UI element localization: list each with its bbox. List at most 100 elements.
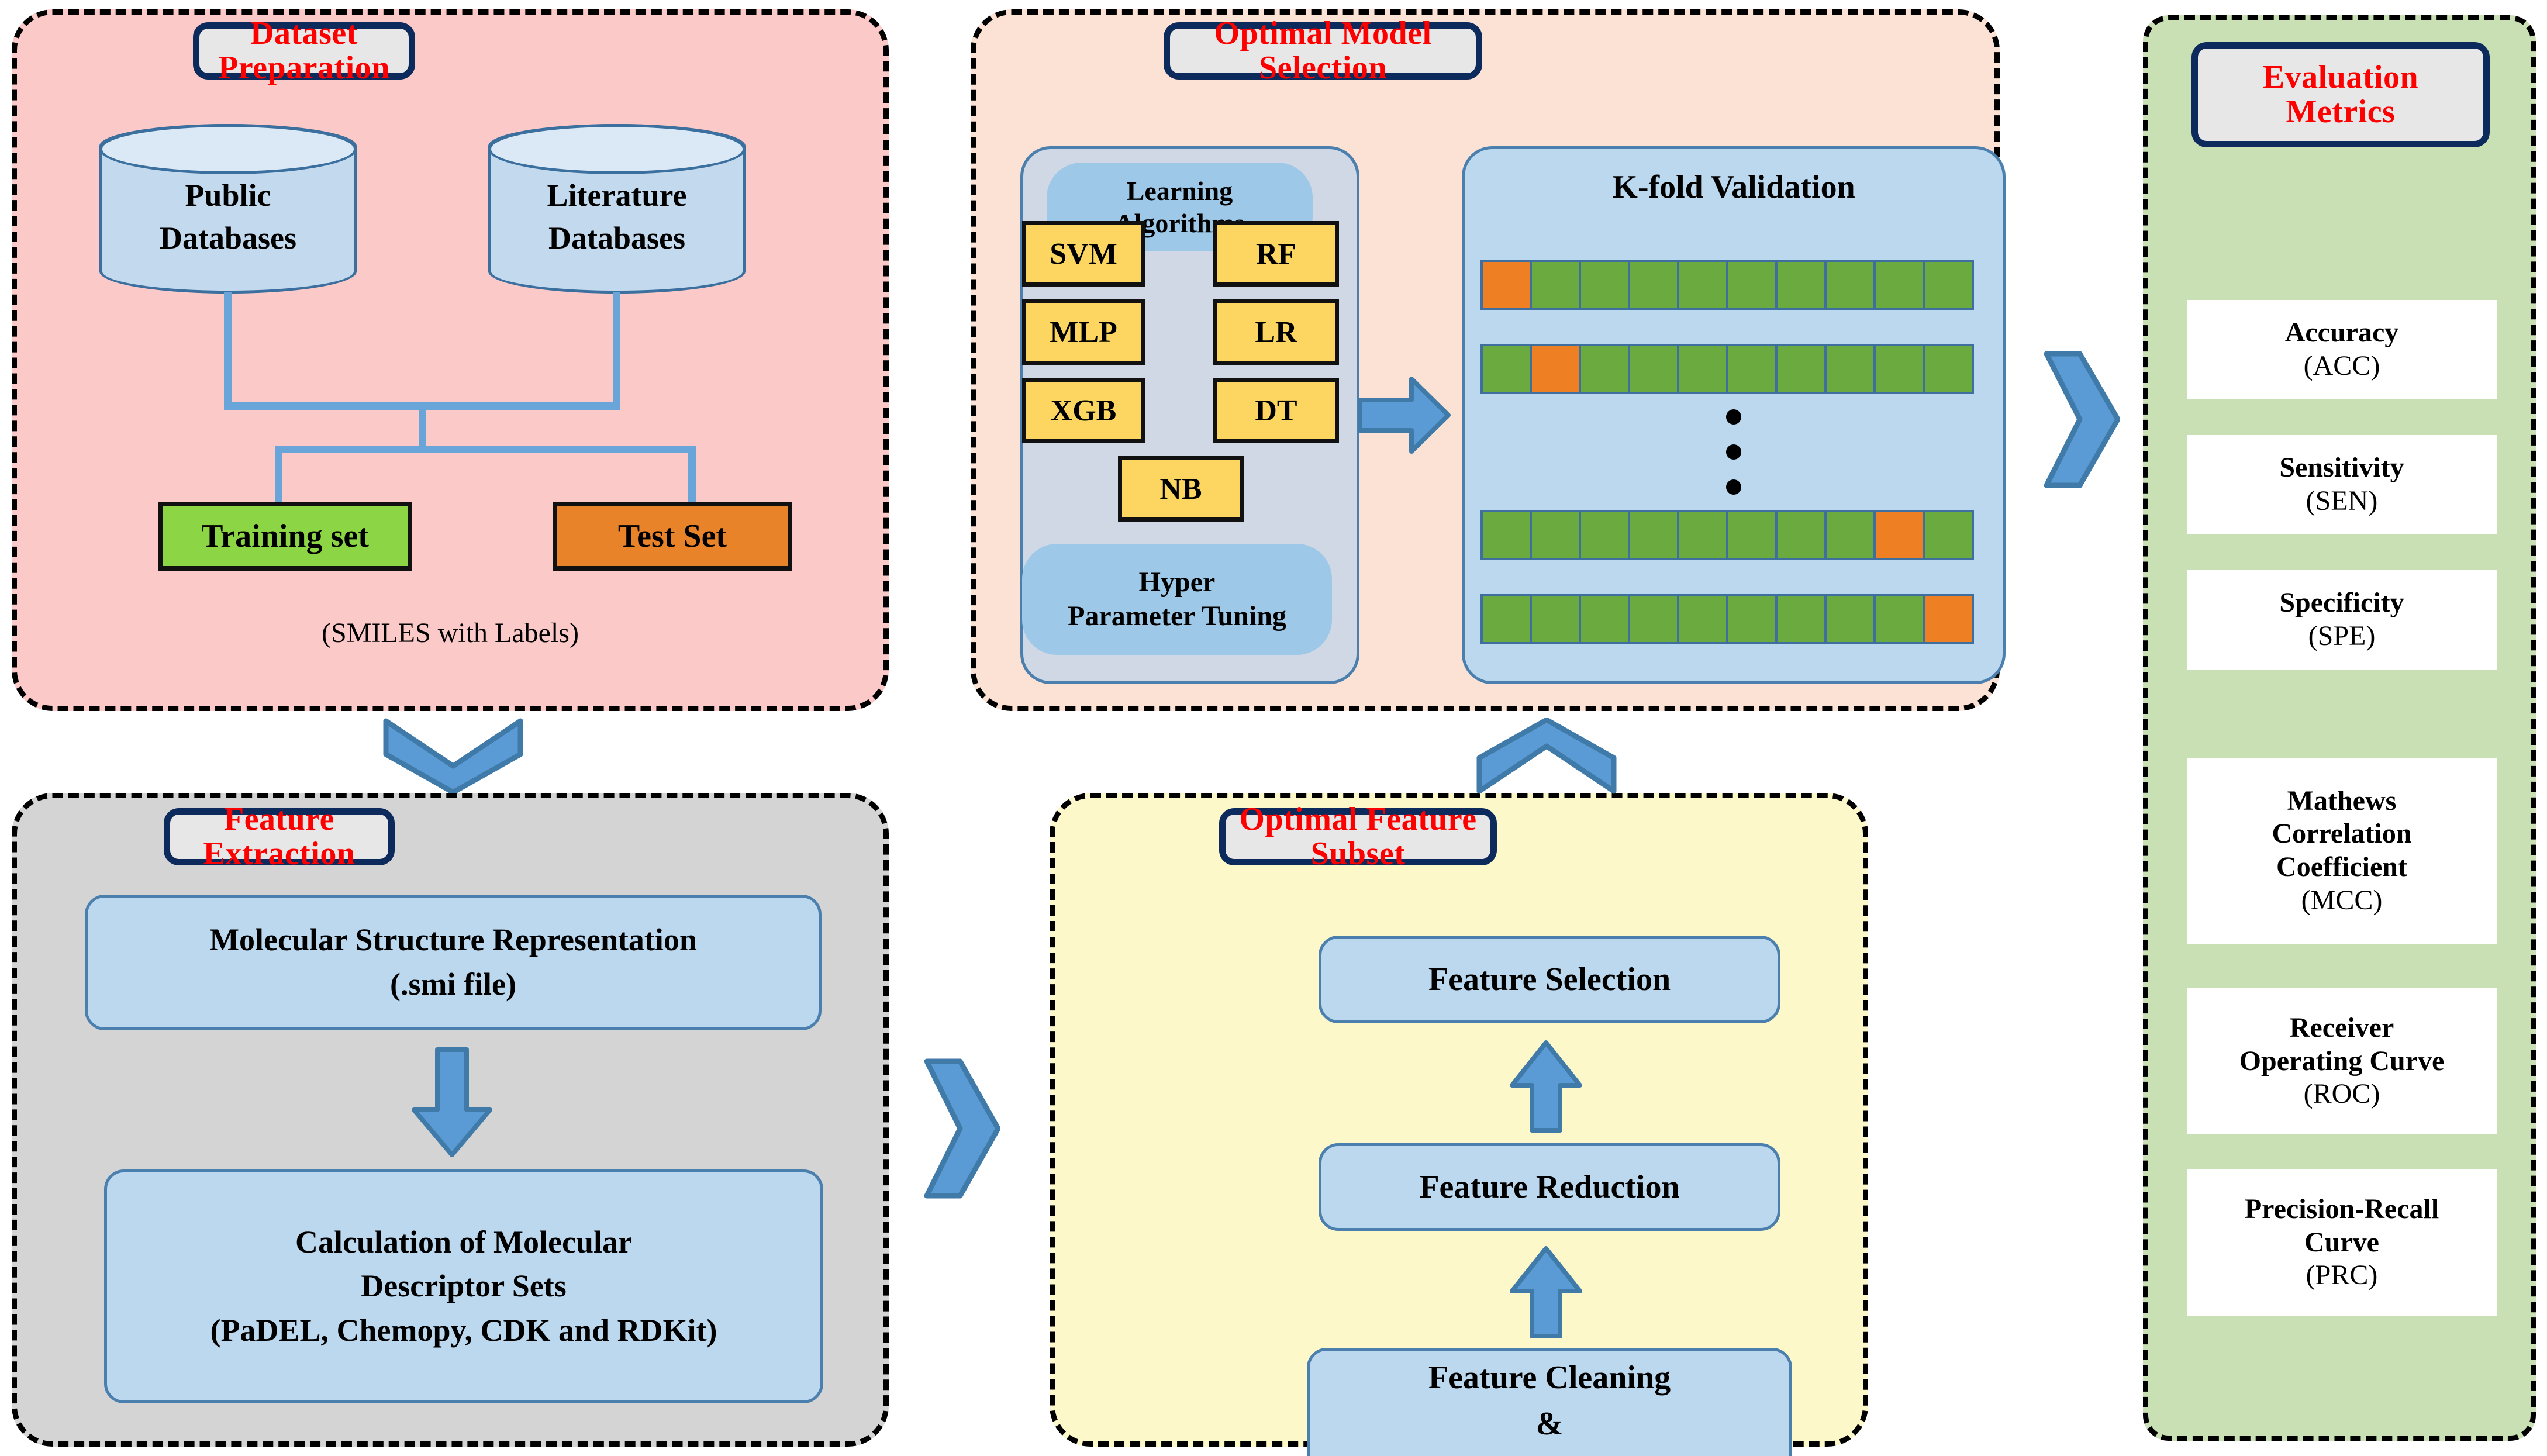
box-test-set: Test Set [553,502,792,571]
label-hyper-parameter-tuning: Hyper Parameter Tuning [1022,544,1332,655]
metric-receiver-operating-curve: Receiver Operating Curve (ROC) [2187,988,2497,1134]
fold-cell-train [1579,510,1630,560]
fold-cell-train [1677,510,1728,560]
kfold-row [1480,510,1974,560]
box-feature-reduction: Feature Reduction [1319,1143,1780,1231]
ellipsis-dot [1726,444,1741,460]
label-kfold-validation: K-fold Validation [1612,169,1855,205]
metric-abbr: (MCC) [2301,884,2383,916]
hp-line1: Hyper [1138,567,1216,598]
fold-cell-train [1677,594,1728,644]
metric-abbr: (SEN) [2306,485,2378,516]
box-molecular-structure-representation: Molecular Structure Representation (.smi… [85,895,822,1030]
title-optimal-model-selection: Optimal Model Selection [1164,16,1482,85]
title-optimal-feature-subset: Optimal Feature Subset [1219,802,1497,871]
fold-cell-train [1824,344,1876,394]
connector-training-down [275,446,282,504]
note-smiles-with-labels: (SMILES with Labels) [322,617,579,648]
fold-cell-train [1530,594,1581,644]
metric-name: Receiver Operating Curve [2239,1012,2445,1077]
em-title-line1: Evaluation [2262,59,2419,96]
metric-name: Accuracy [2284,317,2399,349]
kfold-ellipsis [1726,409,1741,515]
kfold-row [1480,344,1974,394]
title-feature-extraction: Feature Extraction [164,802,395,871]
panel-dataset-preparation [12,9,889,711]
db-line2: Databases [159,220,296,256]
metric-mathews-correlation-coefficient: Mathews Correlation Coefficient (MCC) [2187,758,2497,944]
box-training-set: Training set [158,502,412,571]
fold-cell-test [1923,594,1974,644]
fold-cell-train [1677,260,1728,310]
fold-cell-train [1775,344,1827,394]
fold-cell-train [1873,594,1925,644]
fold-cell-train [1677,344,1728,394]
box-feature-selection: Feature Selection [1319,936,1780,1023]
fold-cell-train [1726,594,1778,644]
algo-box-lr: LR [1213,299,1339,365]
metric-abbr: (PRC) [2306,1260,2378,1291]
connector-literature-down [613,292,620,409]
arrow-algorithms-to-kfold [1358,374,1451,456]
arrow-model-selection-to-evaluation [2044,351,2120,488]
metric-abbr: (ROC) [2303,1078,2380,1110]
db-line1: Literature [547,178,687,213]
connector-split-bar [275,446,696,453]
db-line1: Public [185,178,271,213]
metric-abbr: (SPE) [2308,620,2376,651]
ofs-step-line1: Feature Cleaning [1428,1360,1671,1396]
fold-cell-train [1480,344,1532,394]
la-line1: Learning [1126,175,1233,206]
connector-public-down [224,292,232,409]
arrow-feature-extraction-to-feature-subset [924,1058,1000,1199]
ellipsis-dot [1726,479,1741,495]
fold-cell-train [1579,594,1630,644]
metric-abbr: (ACC) [2303,350,2380,381]
connector-test-down [688,446,696,504]
fold-cell-train [1628,260,1679,310]
fe-step-line3: (PaDEL, Chemopy, CDK and RDKit) [210,1312,717,1348]
metric-sensitivity: Sensitivity (SEN) [2187,435,2497,534]
fold-cell-train [1579,260,1630,310]
algo-box-nb: NB [1118,456,1244,522]
fold-cell-train [1775,260,1827,310]
arrow-feature-subset-to-model-selection [1476,718,1617,794]
kfold-row [1480,594,1974,644]
arrow-dataset-to-feature-extraction [383,718,523,794]
title-dataset-preparation: Dataset Preparation [193,16,415,85]
fold-cell-train [1628,510,1679,560]
box-calculation-molecular-descriptors: Calculation of Molecular Descriptor Sets… [104,1169,823,1403]
fold-cell-train [1775,510,1827,560]
fold-cell-train [1923,260,1974,310]
fold-cell-train [1824,260,1876,310]
fold-cell-train [1824,594,1876,644]
fold-cell-train [1824,510,1876,560]
algo-box-mlp: MLP [1022,299,1145,365]
fold-cell-train [1726,344,1778,394]
fold-cell-train [1775,594,1827,644]
kfold-row [1480,260,1974,310]
fe-step-line1: Molecular Structure Representation [209,922,697,958]
fold-cell-train [1530,510,1581,560]
fe-step-line2: Descriptor Sets [361,1268,567,1304]
ellipsis-dot [1726,409,1741,425]
ofs-step-line3: Normalization [1448,1451,1650,1456]
fold-cell-train [1726,510,1778,560]
algo-box-rf: RF [1213,221,1339,287]
fold-cell-train [1923,344,1974,394]
cylinder-literature-databases: Literature Databases [488,124,746,294]
fold-cell-train [1726,260,1778,310]
metric-name: Mathews Correlation Coefficient [2272,785,2412,882]
workflow-diagram: Dataset Preparation Public Databases Lit… [0,0,2547,1456]
arrow-feature-reduction-to-selection [1509,1040,1583,1133]
fold-cell-train [1480,594,1532,644]
fe-step-line1: Calculation of Molecular [295,1224,632,1260]
fold-cell-test [1530,344,1581,394]
metric-precision-recall-curve: Precision-Recall Curve (PRC) [2187,1169,2497,1316]
arrow-smi-to-descriptors [409,1047,495,1158]
fold-cell-train [1873,260,1925,310]
hp-line2: Parameter Tuning [1068,601,1286,632]
db-line2: Databases [548,220,685,256]
box-feature-cleaning-normalization: Feature Cleaning & Normalization [1307,1348,1792,1456]
fold-cell-train [1480,510,1532,560]
